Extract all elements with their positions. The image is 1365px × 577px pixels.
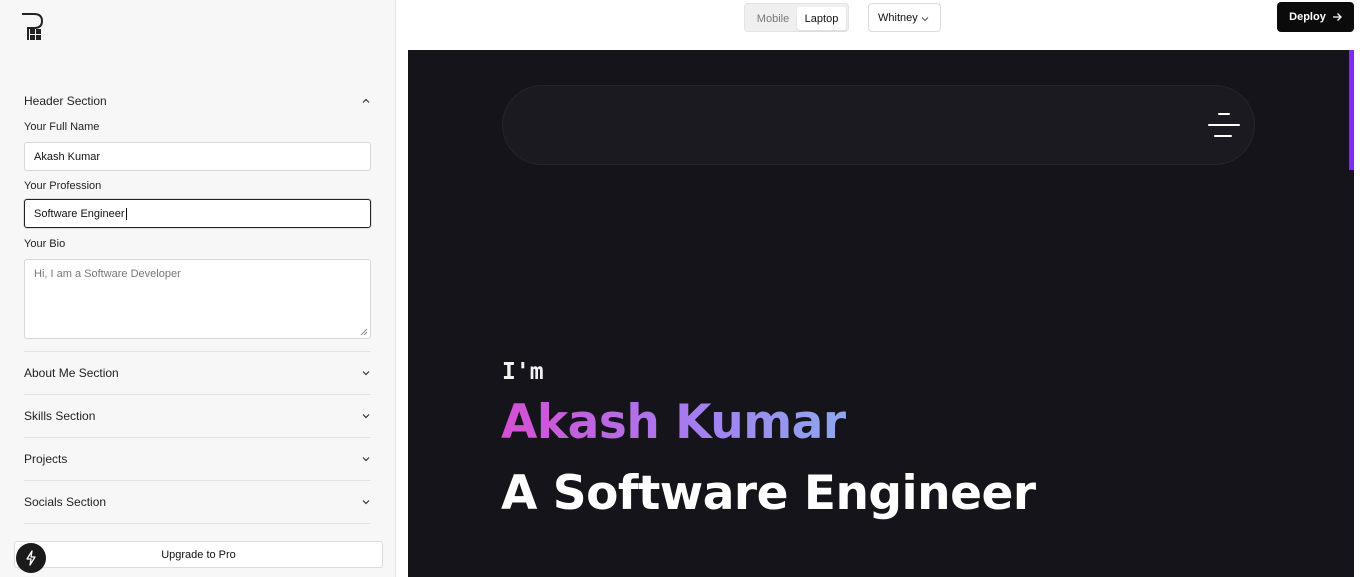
bio-textarea[interactable]: Hi, I am a Software Developer	[24, 259, 371, 339]
text-cursor	[125, 207, 127, 220]
deploy-label: Deploy	[1289, 11, 1326, 23]
chevron-down-icon	[362, 500, 370, 505]
preview-profession: A Software Engineer	[501, 466, 1036, 521]
resize-grip-icon[interactable]	[360, 328, 368, 336]
hamburger-menu-icon[interactable]	[1208, 111, 1240, 139]
divider	[24, 437, 371, 438]
chevron-down-icon	[921, 17, 929, 22]
arrow-right-icon	[1332, 13, 1342, 21]
bolt-icon[interactable]	[16, 543, 46, 573]
preview-scrollbar[interactable]	[1349, 50, 1354, 170]
bio-label: Your Bio	[24, 238, 66, 250]
divider	[24, 523, 371, 524]
skills-section-toggle[interactable]: Skills Section	[24, 406, 371, 426]
upgrade-to-pro-button[interactable]: Upgrade to Pro	[14, 541, 383, 568]
about-me-section-toggle[interactable]: About Me Section	[24, 363, 371, 383]
portfolio-preview: I'm Akash Kumar A Software Engineer	[408, 50, 1354, 577]
full-name-input[interactable]: Akash Kumar	[24, 142, 371, 171]
chevron-down-icon	[362, 371, 370, 376]
profession-label: Your Profession	[24, 180, 102, 192]
full-name-value: Akash Kumar	[34, 150, 101, 163]
device-option-mobile[interactable]: Mobile	[749, 7, 797, 30]
intro-text: I'm	[502, 359, 544, 385]
deploy-button[interactable]: Deploy	[1277, 2, 1354, 32]
preview-name: Akash Kumar	[501, 395, 846, 450]
lightning-icon	[26, 550, 36, 566]
socials-section-title: Socials Section	[24, 495, 107, 509]
full-name-label: Your Full Name	[24, 121, 100, 133]
profession-value: Software Engineer	[34, 207, 125, 220]
preview-navbar	[502, 85, 1255, 165]
theme-select-value: Whitney	[878, 11, 918, 24]
divider	[24, 394, 371, 395]
app-logo-icon	[22, 13, 44, 40]
header-section-title: Header Section	[24, 94, 107, 108]
device-toggle: Mobile Laptop	[744, 3, 849, 32]
bio-placeholder: Hi, I am a Software Developer	[34, 268, 181, 280]
editor-sidebar: Header Section Your Full Name Akash Kuma…	[0, 0, 396, 577]
theme-select[interactable]: Whitney	[868, 3, 941, 32]
skills-section-title: Skills Section	[24, 409, 96, 423]
projects-section-toggle[interactable]: Projects	[24, 449, 371, 469]
about-me-section-title: About Me Section	[24, 366, 119, 380]
chevron-up-icon	[362, 98, 370, 103]
device-option-laptop[interactable]: Laptop	[797, 7, 846, 30]
divider	[24, 480, 371, 481]
divider	[24, 351, 371, 352]
profession-input[interactable]: Software Engineer	[24, 199, 371, 228]
projects-section-title: Projects	[24, 452, 68, 466]
chevron-down-icon	[362, 457, 370, 462]
header-section-toggle[interactable]: Header Section	[24, 91, 371, 111]
socials-section-toggle[interactable]: Socials Section	[24, 492, 371, 512]
upgrade-label: Upgrade to Pro	[161, 548, 236, 561]
chevron-down-icon	[362, 414, 370, 419]
